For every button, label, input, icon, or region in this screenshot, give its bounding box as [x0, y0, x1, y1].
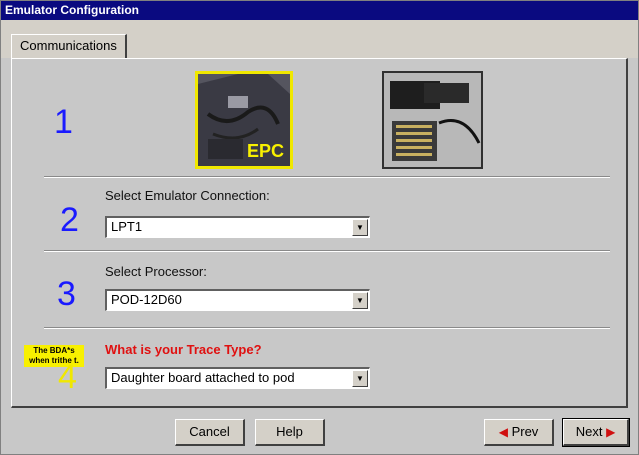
emulator-connection-value: LPT1 — [111, 219, 143, 234]
step-2-number: 2 — [60, 201, 79, 239]
cancel-button[interactable]: Cancel — [175, 419, 245, 446]
arrow-left-icon: ◀ — [498, 425, 508, 439]
next-button-label: Next — [575, 424, 603, 439]
step-4-number: 4 — [58, 358, 77, 396]
arrow-right-icon: ▶ — [606, 425, 616, 439]
chevron-down-icon[interactable]: ▼ — [352, 370, 368, 387]
emulator-connection-select[interactable]: LPT1 ▼ — [105, 216, 370, 238]
emulator-connection-label: Select Emulator Connection: — [105, 188, 270, 203]
prev-button[interactable]: ◀ Prev — [484, 419, 554, 446]
processor-select[interactable]: POD-12D60 ▼ — [105, 289, 370, 311]
tab-communications[interactable]: Communications — [11, 34, 127, 58]
communications-panel: 1 EPC 2 Select Emulator Connection: LPT1… — [11, 58, 628, 408]
tab-strip: Communications — [1, 20, 638, 58]
emulator-configuration-window: Emulator Configuration Communications 1 … — [0, 0, 639, 455]
window-title: Emulator Configuration — [1, 1, 638, 20]
processor-label: Select Processor: — [105, 264, 207, 279]
separator — [44, 327, 610, 329]
help-button[interactable]: Help — [255, 419, 325, 446]
separator — [44, 176, 610, 178]
pod-board-icon — [384, 73, 481, 167]
processor-value: POD-12D60 — [111, 292, 182, 307]
chevron-down-icon[interactable]: ▼ — [352, 219, 368, 236]
trace-type-label: What is your Trace Type? — [105, 342, 262, 357]
epc-connection-option[interactable]: EPC — [195, 71, 293, 169]
trace-type-value: Daughter board attached to pod — [111, 370, 295, 385]
button-bar: Cancel Help ◀ Prev Next ▶ — [1, 409, 638, 454]
step-1-number: 1 — [54, 103, 73, 141]
separator — [44, 250, 610, 252]
trace-type-select[interactable]: Daughter board attached to pod ▼ — [105, 367, 370, 389]
chevron-down-icon[interactable]: ▼ — [352, 292, 368, 309]
prev-button-label: Prev — [511, 424, 539, 439]
pod-connection-option[interactable] — [382, 71, 483, 169]
step-3-number: 3 — [57, 275, 76, 313]
next-button[interactable]: Next ▶ — [562, 418, 630, 447]
epc-label: EPC — [246, 141, 284, 161]
